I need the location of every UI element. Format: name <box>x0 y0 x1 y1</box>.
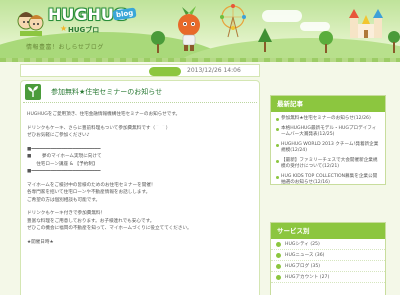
tree-icon <box>258 28 272 52</box>
post-body-line: ■━━━━━━━━━━━━━━━━━━━━━━━━━ <box>27 169 101 174</box>
bullet-icon <box>276 253 281 258</box>
post-body-line: ぜひお気軽にご参加ください♪ <box>27 133 90 138</box>
main-content: 2013/12/26 14:06 参加無料★住宅セミナーのお知らせ HUGHUG… <box>20 64 260 295</box>
post-date-bar: 2013/12/26 14:06 <box>20 64 260 77</box>
logo-blog-badge: blog <box>112 7 137 21</box>
post-body-line: ご希望の方は個別相談も可能です。 <box>27 197 101 203</box>
tree-icon <box>388 31 400 53</box>
castle-icon <box>349 9 383 38</box>
date-badge <box>149 67 181 76</box>
service-category-label: HUGブログ (35) <box>285 264 321 269</box>
ferris-wheel-icon <box>220 4 246 38</box>
post-body-line: ドリンクもケーキ付きで参加費無料！ <box>27 211 106 216</box>
recent-post-link[interactable]: 参加無料★住宅セミナーのお知らせ(12/26) <box>276 116 380 123</box>
post-body-line: マイホームをご検討中の皆様のためのお住宅セミナーを開催！ <box>27 182 156 188</box>
recent-post-link[interactable]: 【最新】ファミリーチェスで大会開催新企業規模の受付けについて(12/21) <box>276 158 380 171</box>
service-category-label: HUGニュース (36) <box>285 253 325 258</box>
logo-subtitle: HUGブロ <box>68 26 100 34</box>
bullet-icon <box>276 264 281 269</box>
post-body-line: 豊富な料理をご用意しております。お子様連れでも安心です。 <box>27 218 155 224</box>
recent-posts-list: 参加無料★住宅セミナーのお知らせ(12/26) 本格HUGHUG最新モデル・HUG… <box>271 112 385 192</box>
service-category-link[interactable]: HUGブログ (35) <box>271 261 385 272</box>
post-title-link[interactable]: 参加無料★住宅セミナーのお知らせ <box>51 87 162 97</box>
post-header: 参加無料★住宅セミナーのお知らせ <box>23 83 257 103</box>
service-category-label: HUGシティ (25) <box>285 242 320 247</box>
recent-post-link[interactable]: HUG KIDS TOP COLLECTION募集を企業公開抽選のお知らせ(12… <box>276 174 380 187</box>
recent-post-link[interactable]: HUGHUG WORLD 2013 クチーム!発着新企業規模(12/24) <box>276 142 380 155</box>
post-body: HUGHUGをご愛用頂き、住宅金融情報機構住宅セミナーのお知らせです。 ドリンクも… <box>27 111 255 246</box>
tree-icon <box>151 31 165 53</box>
tree-icon <box>319 31 333 53</box>
services-widget: サービス別 HUGシティ (25) HUGニュース (36) HUGブログ (35)… <box>270 222 386 295</box>
sprout-icon <box>25 84 41 100</box>
post-body-line: HUGHUGをご愛用頂き、住宅金融情報機構住宅セミナーのお知らせです。 <box>27 112 181 117</box>
star-icon: ★ <box>60 24 68 33</box>
bullet-icon <box>276 242 281 247</box>
post-body-line: 住宅ローン講座 & 【予約制】 <box>27 161 98 167</box>
header-border <box>0 58 400 62</box>
recent-post-link[interactable]: 本格HUGHUG最新モデル・HUGプロデイフィームバー大賞発表(12/25) <box>276 126 380 139</box>
post-body-line: 各専門家を招いて住宅ローンや不動産情報をお話しします。 <box>27 190 151 195</box>
recent-posts-widget: 最新記事 参加無料★住宅セミナーのお知らせ(12/26) 本格HUGHUG最新モデ… <box>270 95 386 185</box>
service-category-link[interactable]: HUGシティ (25) <box>271 239 385 250</box>
service-category-label: HUGアカウント (27) <box>285 275 330 280</box>
service-category-link[interactable]: HUGアカウント (27) <box>271 272 385 283</box>
services-list: HUGシティ (25) HUGニュース (36) HUGブログ (35) HUGアカウ… <box>271 239 385 283</box>
service-category-link[interactable]: HUGニュース (36) <box>271 250 385 261</box>
post-body-line: ぜひこの機会に福岡の不動産を知って、マイホームづくりに役立ててください。 <box>27 226 192 231</box>
recent-posts-heading: 最新記事 <box>271 96 385 112</box>
services-heading: サービス別 <box>271 223 385 239</box>
bullet-icon <box>276 275 281 280</box>
post-date: 2013/12/26 14:06 <box>187 67 241 74</box>
post-body-line: ドリンクもケーキ、さらに豊前料理もついて参加費無料です（＾ ＾） <box>27 125 171 131</box>
kids-logo-icon <box>17 12 44 36</box>
post-body-line: ■ 夢のマイホーム実現に向けて <box>27 154 102 159</box>
cloud-decoration <box>262 10 302 22</box>
post-body-line: ★開催日時★ <box>27 239 54 245</box>
mascot-icon <box>178 6 200 51</box>
site-header: HUGHUG blog ★ HUGブロ 情報豊富！おしらせブログ <box>0 0 400 62</box>
site-tagline: 情報豊富！おしらせブログ <box>26 44 104 51</box>
blog-post: 参加無料★住宅セミナーのお知らせ HUGHUGをご愛用頂き、住宅金融情報機構住宅… <box>20 80 260 295</box>
post-body-line: ■━━━━━━━━━━━━━━━━━━━━━━━━━ <box>27 146 101 152</box>
